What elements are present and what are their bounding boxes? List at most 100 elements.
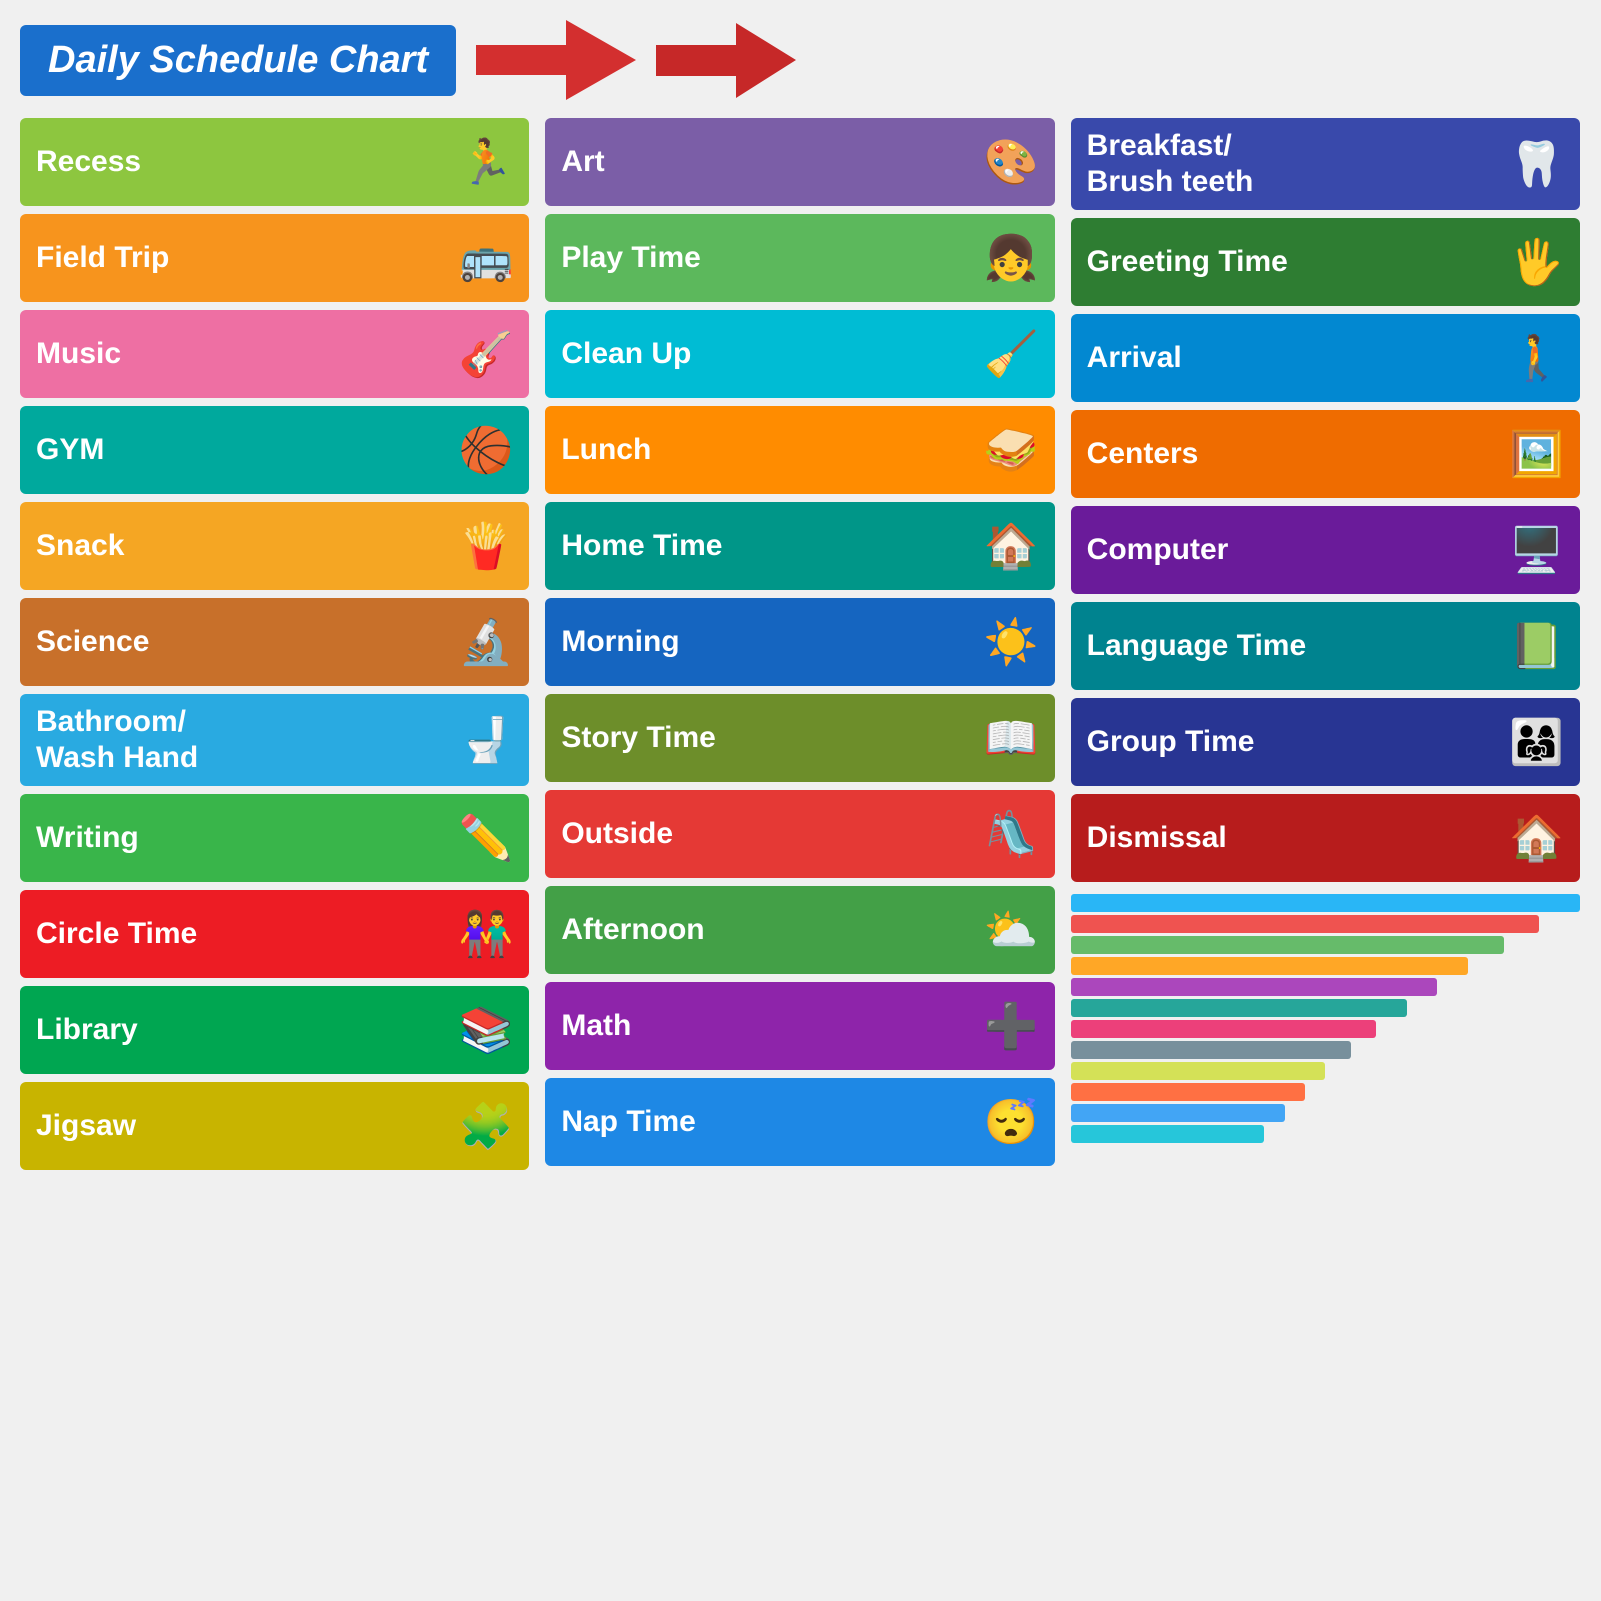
col2-icon-5: ☀️ — [984, 616, 1039, 668]
arrow-icon-1 — [476, 20, 636, 100]
col2-card-0: Art 🎨 — [545, 118, 1054, 206]
col1-label-1: Field Trip — [36, 240, 169, 276]
col1-label-3: GYM — [36, 432, 104, 468]
col1-icon-3: 🏀 — [459, 424, 514, 476]
col3-icon-2: 🚶 — [1509, 332, 1564, 384]
col3-card-7: Dismissal 🏠 — [1071, 794, 1580, 882]
col1-icon-9: 📚 — [459, 1004, 514, 1056]
col2-icon-8: ⛅ — [984, 904, 1039, 956]
col3-icon-5: 📗 — [1509, 620, 1564, 672]
title-box: Daily Schedule Chart — [20, 25, 456, 96]
col2-label-6: Story Time — [561, 720, 716, 756]
col3-label-1: Greeting Time — [1087, 244, 1288, 280]
col1-icon-2: 🎸 — [459, 328, 514, 380]
col1-card-4: Snack🍟 — [20, 502, 529, 590]
color-strip-4 — [1071, 978, 1438, 996]
col2-label-9: Math — [561, 1008, 631, 1044]
col3-card-0: Breakfast/Brush teeth 🦷 — [1071, 118, 1580, 210]
col2-label-0: Art — [561, 144, 604, 180]
col1-icon-8: 👫 — [459, 908, 514, 960]
col1-icon-6: 🚽 — [459, 714, 514, 766]
color-strip-1 — [1071, 915, 1540, 933]
column-2: Art 🎨 Play Time 👧 Clean Up 🧹 Lunch🥪 Home Time 🏠 M… — [545, 118, 1054, 1166]
col1-label-5: Science — [36, 624, 149, 660]
col2-icon-6: 📖 — [984, 712, 1039, 764]
col3-icon-3: 🖼️ — [1509, 428, 1564, 480]
color-strip-9 — [1071, 1083, 1305, 1101]
col1-label-8: Circle Time — [36, 916, 197, 952]
col2-label-8: Afternoon — [561, 912, 704, 948]
color-strip-10 — [1071, 1104, 1285, 1122]
col1-card-10: Jigsaw🧩 — [20, 1082, 529, 1170]
color-strip-2 — [1071, 936, 1504, 954]
col2-card-3: Lunch🥪 — [545, 406, 1054, 494]
color-strip-11 — [1071, 1125, 1265, 1143]
col2-icon-1: 👧 — [984, 232, 1039, 284]
col3-label-0: Breakfast/Brush teeth — [1087, 128, 1254, 200]
col3-card-6: Group Time 👨‍👩‍👧 — [1071, 698, 1580, 786]
col1-label-6: Bathroom/Wash Hand — [36, 704, 198, 776]
col1-icon-10: 🧩 — [459, 1100, 514, 1152]
col2-card-5: Morning ☀️ — [545, 598, 1054, 686]
col1-card-5: Science 🔬 — [20, 598, 529, 686]
col2-icon-9: ➕ — [984, 1000, 1039, 1052]
col1-icon-0: 🏃 — [459, 136, 514, 188]
col2-label-5: Morning — [561, 624, 679, 660]
col2-label-2: Clean Up — [561, 336, 691, 372]
col2-icon-4: 🏠 — [984, 520, 1039, 572]
col3-card-4: Computer 🖥️ — [1071, 506, 1580, 594]
col3-card-2: Arrival 🚶 — [1071, 314, 1580, 402]
color-strip-3 — [1071, 957, 1468, 975]
col1-card-6: Bathroom/Wash Hand 🚽 — [20, 694, 529, 786]
col2-icon-10: 😴 — [984, 1096, 1039, 1148]
col3-label-5: Language Time — [1087, 628, 1307, 664]
page-title: Daily Schedule Chart — [48, 39, 428, 81]
column-1: Recess🏃Field Trip🚌Music🎸GYM🏀Snack🍟Scienc… — [20, 118, 529, 1170]
color-strips — [1071, 894, 1580, 1143]
col3-icon-6: 👨‍👩‍👧 — [1509, 716, 1564, 768]
col3-label-4: Computer — [1087, 532, 1229, 568]
col3-card-5: Language Time 📗 — [1071, 602, 1580, 690]
col2-icon-0: 🎨 — [984, 136, 1039, 188]
col1-label-4: Snack — [36, 528, 124, 564]
header-row: Daily Schedule Chart — [20, 20, 1580, 100]
col2-card-10: Nap Time 😴 — [545, 1078, 1054, 1166]
col1-icon-1: 🚌 — [459, 232, 514, 284]
col2-icon-3: 🥪 — [984, 424, 1039, 476]
col2-icon-2: 🧹 — [984, 328, 1039, 380]
col3-icon-7: 🏠 — [1509, 812, 1564, 864]
col2-card-7: Outside🛝 — [545, 790, 1054, 878]
col1-card-2: Music 🎸 — [20, 310, 529, 398]
col3-icon-0: 🦷 — [1509, 138, 1564, 190]
col1-label-2: Music — [36, 336, 121, 372]
color-strip-8 — [1071, 1062, 1326, 1080]
col1-icon-7: ✏️ — [459, 812, 514, 864]
color-strip-7 — [1071, 1041, 1351, 1059]
col3-label-6: Group Time — [1087, 724, 1255, 760]
col2-card-8: Afternoon ⛅ — [545, 886, 1054, 974]
col1-icon-5: 🔬 — [459, 616, 514, 668]
col3-label-3: Centers — [1087, 436, 1199, 472]
col3-card-1: Greeting Time🖐️ — [1071, 218, 1580, 306]
col1-card-8: Circle Time 👫 — [20, 890, 529, 978]
col1-card-7: Writing ✏️ — [20, 794, 529, 882]
col1-label-0: Recess — [36, 144, 141, 180]
col1-label-7: Writing — [36, 820, 139, 856]
col2-label-7: Outside — [561, 816, 673, 852]
col1-card-9: Library📚 — [20, 986, 529, 1074]
col1-card-1: Field Trip 🚌 — [20, 214, 529, 302]
col3-label-2: Arrival — [1087, 340, 1182, 376]
col3-label-7: Dismissal — [1087, 820, 1227, 856]
color-strip-0 — [1071, 894, 1580, 912]
col2-label-1: Play Time — [561, 240, 701, 276]
col2-card-6: Story Time 📖 — [545, 694, 1054, 782]
col2-label-10: Nap Time — [561, 1104, 696, 1140]
arrow-icon-2 — [656, 23, 796, 98]
col2-label-4: Home Time — [561, 528, 722, 564]
col2-card-9: Math ➕ — [545, 982, 1054, 1070]
color-strip-5 — [1071, 999, 1407, 1017]
color-strip-6 — [1071, 1020, 1377, 1038]
col3-icon-4: 🖥️ — [1509, 524, 1564, 576]
column-3: Breakfast/Brush teeth🦷Greeting Time🖐️Arr… — [1071, 118, 1580, 1143]
col3-card-3: Centers 🖼️ — [1071, 410, 1580, 498]
